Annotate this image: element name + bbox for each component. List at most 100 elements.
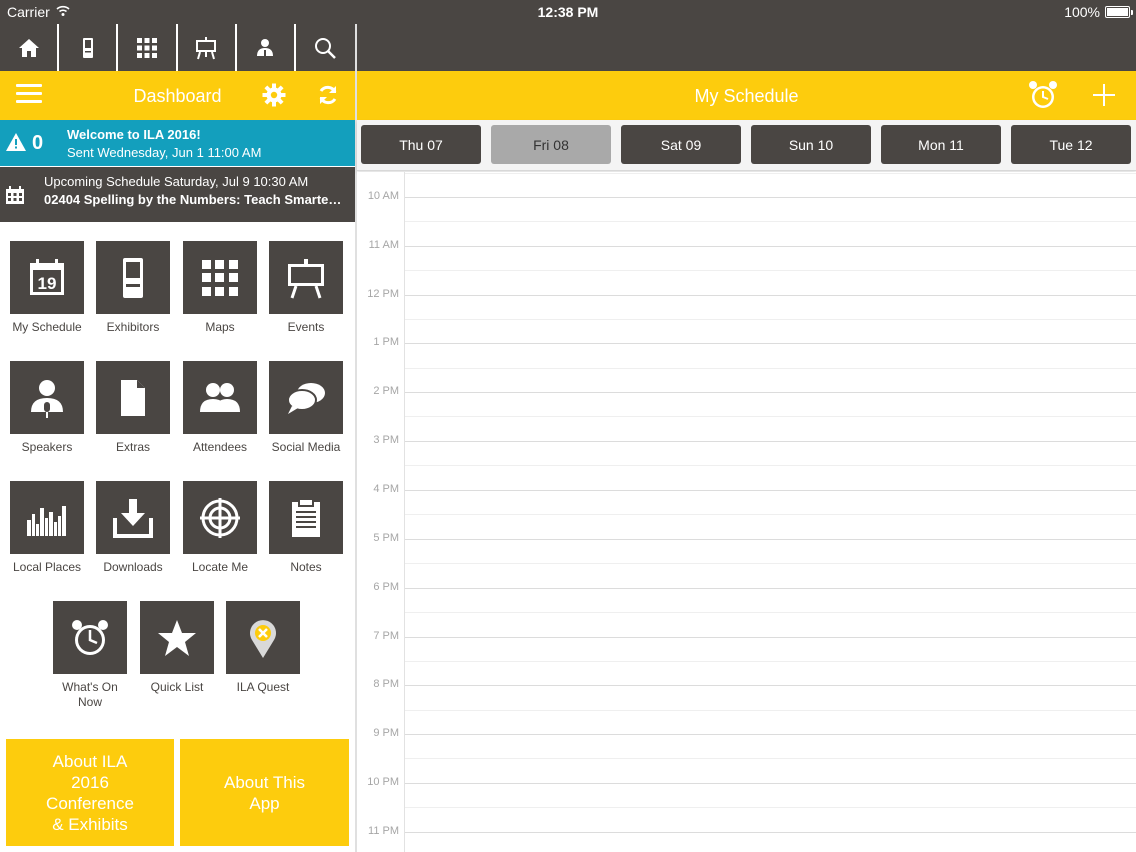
day-tab-sun-10[interactable]: Sun 10 [751,125,871,164]
upcoming-date: Upcoming Schedule Saturday, Jul 9 10:30 … [44,174,309,189]
tile-my-schedule[interactable]: 19 My Schedule [10,241,84,335]
day-tab-mon-11[interactable]: Mon 11 [881,125,1001,164]
half-hour-line [405,710,1136,711]
half-hour-line [405,221,1136,222]
upcoming-session: 02404 Spelling by the Numbers: Teach Sma… [44,192,344,207]
hour-label: 5 PM [373,532,399,544]
hour-row: 5 PM [357,532,1136,544]
half-hour-line [405,173,1136,174]
hour-row: 11 AM [357,239,1136,251]
tile-attendees[interactable]: Attendees [183,361,257,455]
about-ila-line4: & Exhibits [52,814,128,834]
tile-label-line1: What's On [62,680,118,694]
tile-label: Social Media [271,440,341,454]
tile-quick-list[interactable]: Quick List [140,601,214,695]
map-grid-icon[interactable] [118,24,178,71]
hour-label: 10 PM [367,776,399,788]
hour-row: 12 PM [357,288,1136,300]
about-app-line1: About This [224,772,305,792]
speaker-icon[interactable] [237,24,296,71]
hour-row: 7 PM [357,630,1136,642]
half-hour-line [405,319,1136,320]
hour-label: 8 PM [373,678,399,690]
hour-label: 1 PM [373,336,399,348]
tile-extras[interactable]: Extras [96,361,170,455]
search-icon[interactable] [296,24,355,71]
tile-maps[interactable]: Maps [183,241,257,335]
day-tab-fri-08[interactable]: Fri 08 [491,125,611,164]
schedule-grid[interactable]: 10 AM 11 AM 12 PM 1 PM 2 PM 3 PM 4 PM 5 … [357,172,1136,852]
alert-sent-time: Sent Wednesday, Jun 1 11:00 AM [67,145,262,160]
time-column-divider [404,172,405,852]
hour-label: 4 PM [373,483,399,495]
about-ila-line3: Conference [46,793,134,813]
half-hour-line [405,514,1136,515]
tile-notes[interactable]: Notes [269,481,343,575]
dashboard-panel: Dashboard 0 Welcome to ILA 2016! Sent We… [0,0,355,852]
map-pin-x-icon [250,619,276,658]
documents-icon [121,379,145,416]
tile-exhibitors[interactable]: Exhibitors [96,241,170,335]
battery-percent: 100% [1064,4,1100,20]
half-hour-line [405,612,1136,613]
refresh-icon[interactable] [316,83,340,107]
crosshair-icon [200,497,240,538]
tile-events[interactable]: Events [269,241,343,335]
day-tab-sat-09[interactable]: Sat 09 [621,125,741,164]
right-top-bar [357,24,1136,71]
city-skyline-icon [27,505,66,536]
gear-icon[interactable] [262,83,286,107]
welcome-alert[interactable]: 0 Welcome to ILA 2016! Sent Wednesday, J… [0,120,355,166]
half-hour-line [405,416,1136,417]
tile-speakers[interactable]: Speakers [10,361,84,455]
tile-downloads[interactable]: Downloads [96,481,170,575]
easel-icon[interactable] [178,24,237,71]
dashboard-header: Dashboard [0,71,355,120]
tile-locate-me[interactable]: Locate Me [183,481,257,575]
warning-icon [6,133,26,151]
add-icon[interactable] [1093,84,1115,106]
dashboard-title: Dashboard [133,86,222,106]
tile-social-media[interactable]: Social Media [269,361,343,455]
hour-label: 6 PM [373,581,399,593]
half-hour-line [405,465,1136,466]
alarm-clock-icon [72,619,108,655]
about-ila-line1: About ILA [52,751,128,771]
people-icon [200,382,240,412]
hour-label: 11 PM [368,825,399,837]
tile-local-places[interactable]: Local Places [10,481,84,575]
day-tab-tue-12[interactable]: Tue 12 [1011,125,1131,164]
tile-label: Maps [205,320,235,334]
about-app-button[interactable]: About This App [180,739,349,846]
hour-row: 8 PM [357,678,1136,690]
half-hour-line [405,368,1136,369]
battery-icon [1105,6,1130,18]
hour-label: 7 PM [373,630,399,642]
tile-ila-quest[interactable]: ILA Quest [226,601,300,695]
hour-label: 12 PM [367,288,399,300]
alarm-clock-icon[interactable] [1027,80,1059,110]
schedule-header: My Schedule [357,71,1136,120]
hour-label: 2 PM [373,385,399,397]
half-hour-line [405,270,1136,271]
hour-label: 3 PM [373,434,399,446]
speaker-icon [31,379,63,418]
hour-row: 4 PM [357,483,1136,495]
about-ila-button[interactable]: About ILA 2016 Conference & Exhibits [6,739,174,846]
tile-label: Notes [290,560,322,574]
booth-icon [123,257,143,298]
clipboard-icon [292,497,320,537]
hour-row: 2 PM [357,385,1136,397]
exhibitor-booth-icon[interactable] [59,24,119,71]
upcoming-schedule[interactable]: Upcoming Schedule Saturday, Jul 9 10:30 … [0,167,355,222]
easel-icon [288,258,324,298]
menu-icon[interactable] [16,84,42,106]
day-tab-thu-07[interactable]: Thu 07 [361,125,481,164]
home-icon[interactable] [0,24,60,71]
hour-row: 10 PM [357,776,1136,788]
tile-label: Downloads [103,560,163,574]
alert-count: 0 [32,132,44,154]
tile-whats-on-now[interactable]: What's On Now [53,601,127,710]
hour-label: 11 AM [368,239,399,251]
tile-label: Exhibitors [106,320,160,334]
